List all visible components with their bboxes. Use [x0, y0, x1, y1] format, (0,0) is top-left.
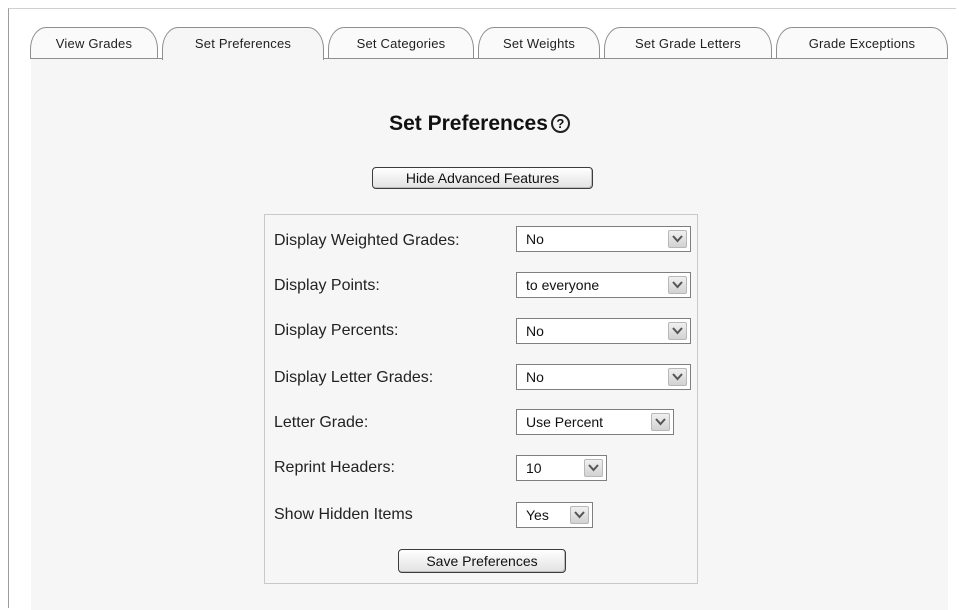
- display-weighted-grades-select[interactable]: No: [516, 226, 691, 252]
- tab-set-preferences[interactable]: Set Preferences: [162, 27, 324, 60]
- page-title-text: Set Preferences: [389, 112, 548, 135]
- hide-advanced-features-button[interactable]: Hide Advanced Features: [372, 167, 593, 189]
- display-percents-select[interactable]: No: [516, 318, 691, 344]
- pref-label-display-weighted-grades: Display Weighted Grades:: [274, 232, 460, 249]
- select-value: No: [526, 231, 544, 247]
- pref-label-letter-grade: Letter Grade:: [274, 414, 369, 431]
- pref-label-display-percents: Display Percents:: [274, 322, 399, 339]
- tab-set-grade-letters[interactable]: Set Grade Letters: [604, 27, 772, 58]
- display-points-select[interactable]: to everyone: [516, 272, 691, 298]
- pref-label-display-points: Display Points:: [274, 277, 380, 294]
- save-preferences-button[interactable]: Save Preferences: [398, 549, 566, 573]
- tab-set-weights[interactable]: Set Weights: [478, 27, 600, 58]
- chevron-down-icon[interactable]: [570, 506, 589, 524]
- select-value: 10: [526, 460, 542, 476]
- page-title: Set Preferences?: [0, 112, 959, 136]
- select-value: No: [526, 369, 544, 385]
- tab-grade-exceptions[interactable]: Grade Exceptions: [776, 27, 948, 58]
- chevron-down-icon[interactable]: [668, 368, 687, 386]
- select-value: to everyone: [526, 277, 600, 293]
- pref-label-display-letter-grades: Display Letter Grades:: [274, 369, 434, 386]
- reprint-headers-select[interactable]: 10: [516, 455, 607, 481]
- tab-set-categories[interactable]: Set Categories: [328, 27, 474, 58]
- preferences-box: [264, 214, 698, 584]
- chevron-down-icon[interactable]: [668, 230, 687, 248]
- select-value: Yes: [526, 507, 549, 523]
- chevron-down-icon[interactable]: [668, 322, 687, 340]
- select-value: Use Percent: [526, 414, 604, 430]
- help-icon[interactable]: ?: [550, 113, 570, 133]
- pref-label-show-hidden-items: Show Hidden Items: [274, 506, 413, 523]
- letter-grade-select[interactable]: Use Percent: [516, 409, 674, 435]
- show-hidden-items-select[interactable]: Yes: [516, 502, 593, 528]
- chevron-down-icon[interactable]: [651, 413, 670, 431]
- pref-label-reprint-headers: Reprint Headers:: [274, 459, 395, 476]
- tab-view-grades[interactable]: View Grades: [30, 27, 158, 58]
- chevron-down-icon[interactable]: [584, 459, 603, 477]
- chevron-down-icon[interactable]: [668, 276, 687, 294]
- display-letter-grades-select[interactable]: No: [516, 364, 691, 390]
- select-value: No: [526, 323, 544, 339]
